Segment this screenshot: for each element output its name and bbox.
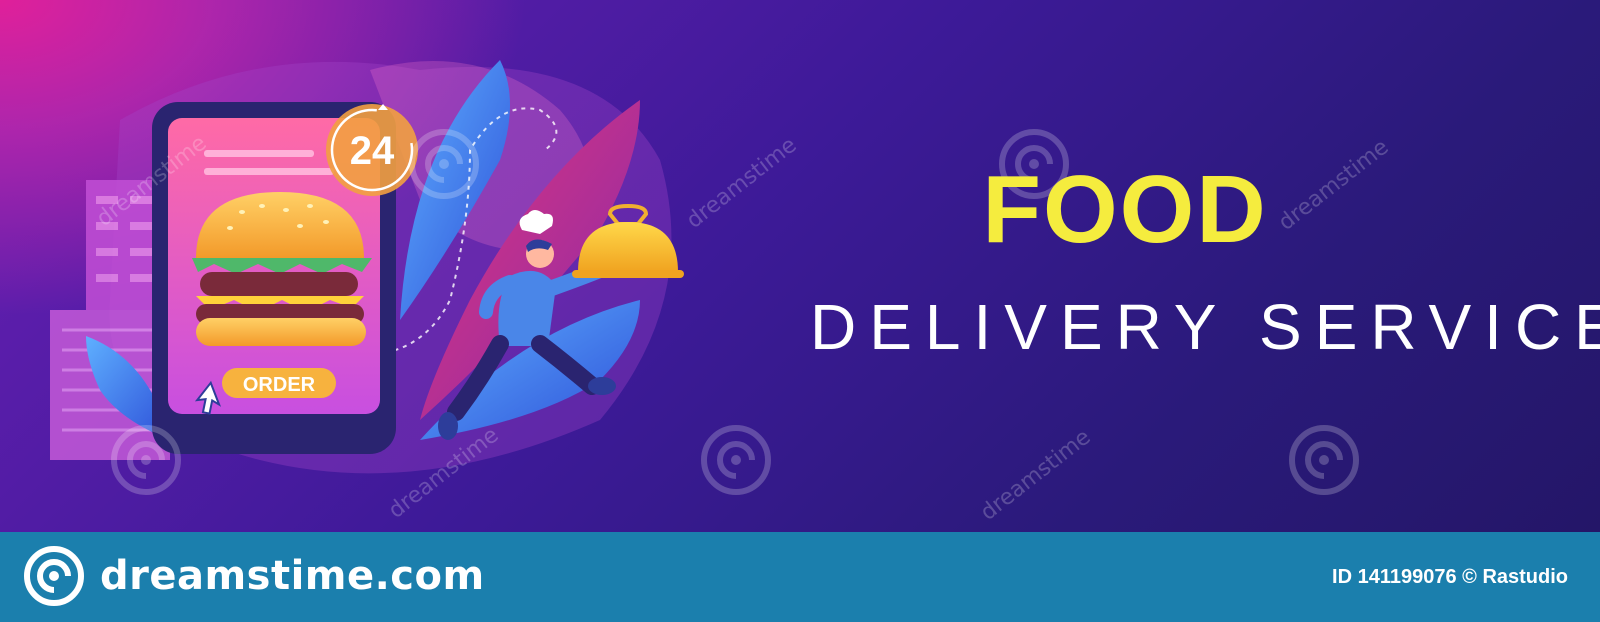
timer-label: 24 [350,129,395,173]
image-id-credit: ID 141199076 © Rastudio [1332,566,1568,588]
headline: FOOD [982,156,1268,263]
hero-banner: ORDER 24 dreamstime dreamstime dreamstim… [0,0,1600,532]
subheadline: DELIVERY SERVICE [810,291,1600,363]
watermark-swirl-icon [701,425,771,495]
order-button-label: ORDER [243,374,316,396]
watermark-swirl-icon [409,129,479,199]
watermark-swirl-icon [1289,425,1359,495]
footer-bar: dreamstime.com ID 141199076 © Rastudio [0,532,1600,622]
watermark-swirl-icon [111,425,181,495]
dreamstime-swirl-icon[interactable] [22,544,86,608]
footer-logo-text[interactable]: dreamstime.com [100,546,485,606]
watermark-text: dreamstime [1274,134,1394,236]
watermark-text: dreamstime [976,424,1096,526]
